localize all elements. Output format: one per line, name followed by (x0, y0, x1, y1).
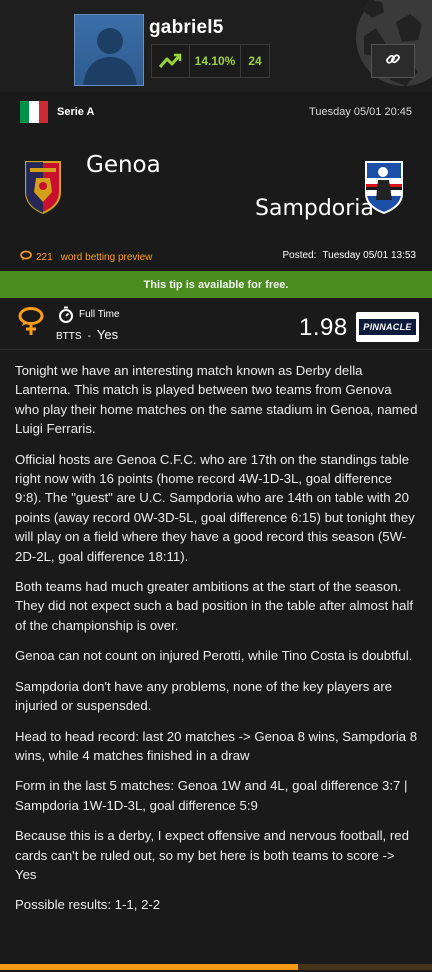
tip-period: Full Time (79, 309, 120, 320)
away-team-name[interactable]: Sampdoria (255, 196, 374, 221)
article-paragraph: Form in the last 5 matches: Genoa 1W and… (15, 778, 408, 813)
genoa-crest-icon (24, 158, 62, 219)
article-paragraph: Sampdoria don't have any problems, none … (15, 678, 393, 714)
link-button[interactable] (371, 44, 415, 78)
article-body: Tonight we have an interesting match kno… (15, 350, 419, 915)
link-icon (385, 51, 401, 72)
market-name: BTTS (56, 331, 82, 342)
article-paragraph: Because this is a derby, I expect offens… (15, 828, 409, 882)
italy-flag-icon (20, 101, 48, 123)
profile-stats: 14.10% 24 (151, 44, 270, 78)
comment-icon (20, 250, 32, 264)
word-count-link[interactable]: 221 word betting preview (20, 250, 152, 264)
market-separator: - (87, 331, 91, 342)
tip-market: BTTS - Yes (56, 327, 118, 342)
article-paragraph: Tonight we have an interesting match kno… (15, 363, 418, 437)
article-paragraph: Both teams had much greater ambitions at… (15, 579, 414, 633)
posted-label: Posted: (282, 250, 317, 261)
stopwatch-icon (58, 306, 74, 328)
word-count: 221 (36, 251, 53, 263)
avatar[interactable] (74, 14, 144, 86)
article-paragraph: Head to head record: last 20 matches -> … (15, 728, 418, 763)
trend-up-icon (151, 44, 190, 78)
reading-progress-bar (0, 964, 432, 970)
tip-pick: Yes (96, 327, 119, 342)
word-count-label: word betting preview (60, 251, 153, 263)
bookmaker-logo[interactable]: PINNACLE (356, 312, 419, 342)
reading-progress-fill (0, 964, 299, 970)
posted-date: Tuesday 05/01 13:53 (322, 250, 416, 261)
article-paragraph: Official hosts are Genoa C.F.C. who are … (15, 451, 415, 564)
posted-info: Posted: Tuesday 05/01 13:53 (282, 250, 416, 261)
free-tip-banner: This tip is available for free. (0, 271, 432, 298)
article-paragraph: Genoa can not count on injured Perotti, … (15, 648, 413, 664)
home-team-name[interactable]: Genoa (86, 152, 161, 178)
match-date: Tuesday 05/01 20:45 (309, 106, 412, 118)
article-paragraph: Possible results: 1-1, 2-2 (15, 897, 161, 913)
sampdoria-crest-icon (362, 160, 406, 219)
bookmaker-name: PINNACLE (359, 319, 416, 335)
yield-value: 14.10% (190, 44, 241, 78)
tips-count: 24 (241, 44, 270, 78)
league-name[interactable]: Serie A (57, 106, 95, 118)
username[interactable]: gabriel5 (149, 17, 223, 39)
tip-odds: 1.98 (299, 314, 348, 341)
tipster-symbol-icon (16, 306, 46, 341)
